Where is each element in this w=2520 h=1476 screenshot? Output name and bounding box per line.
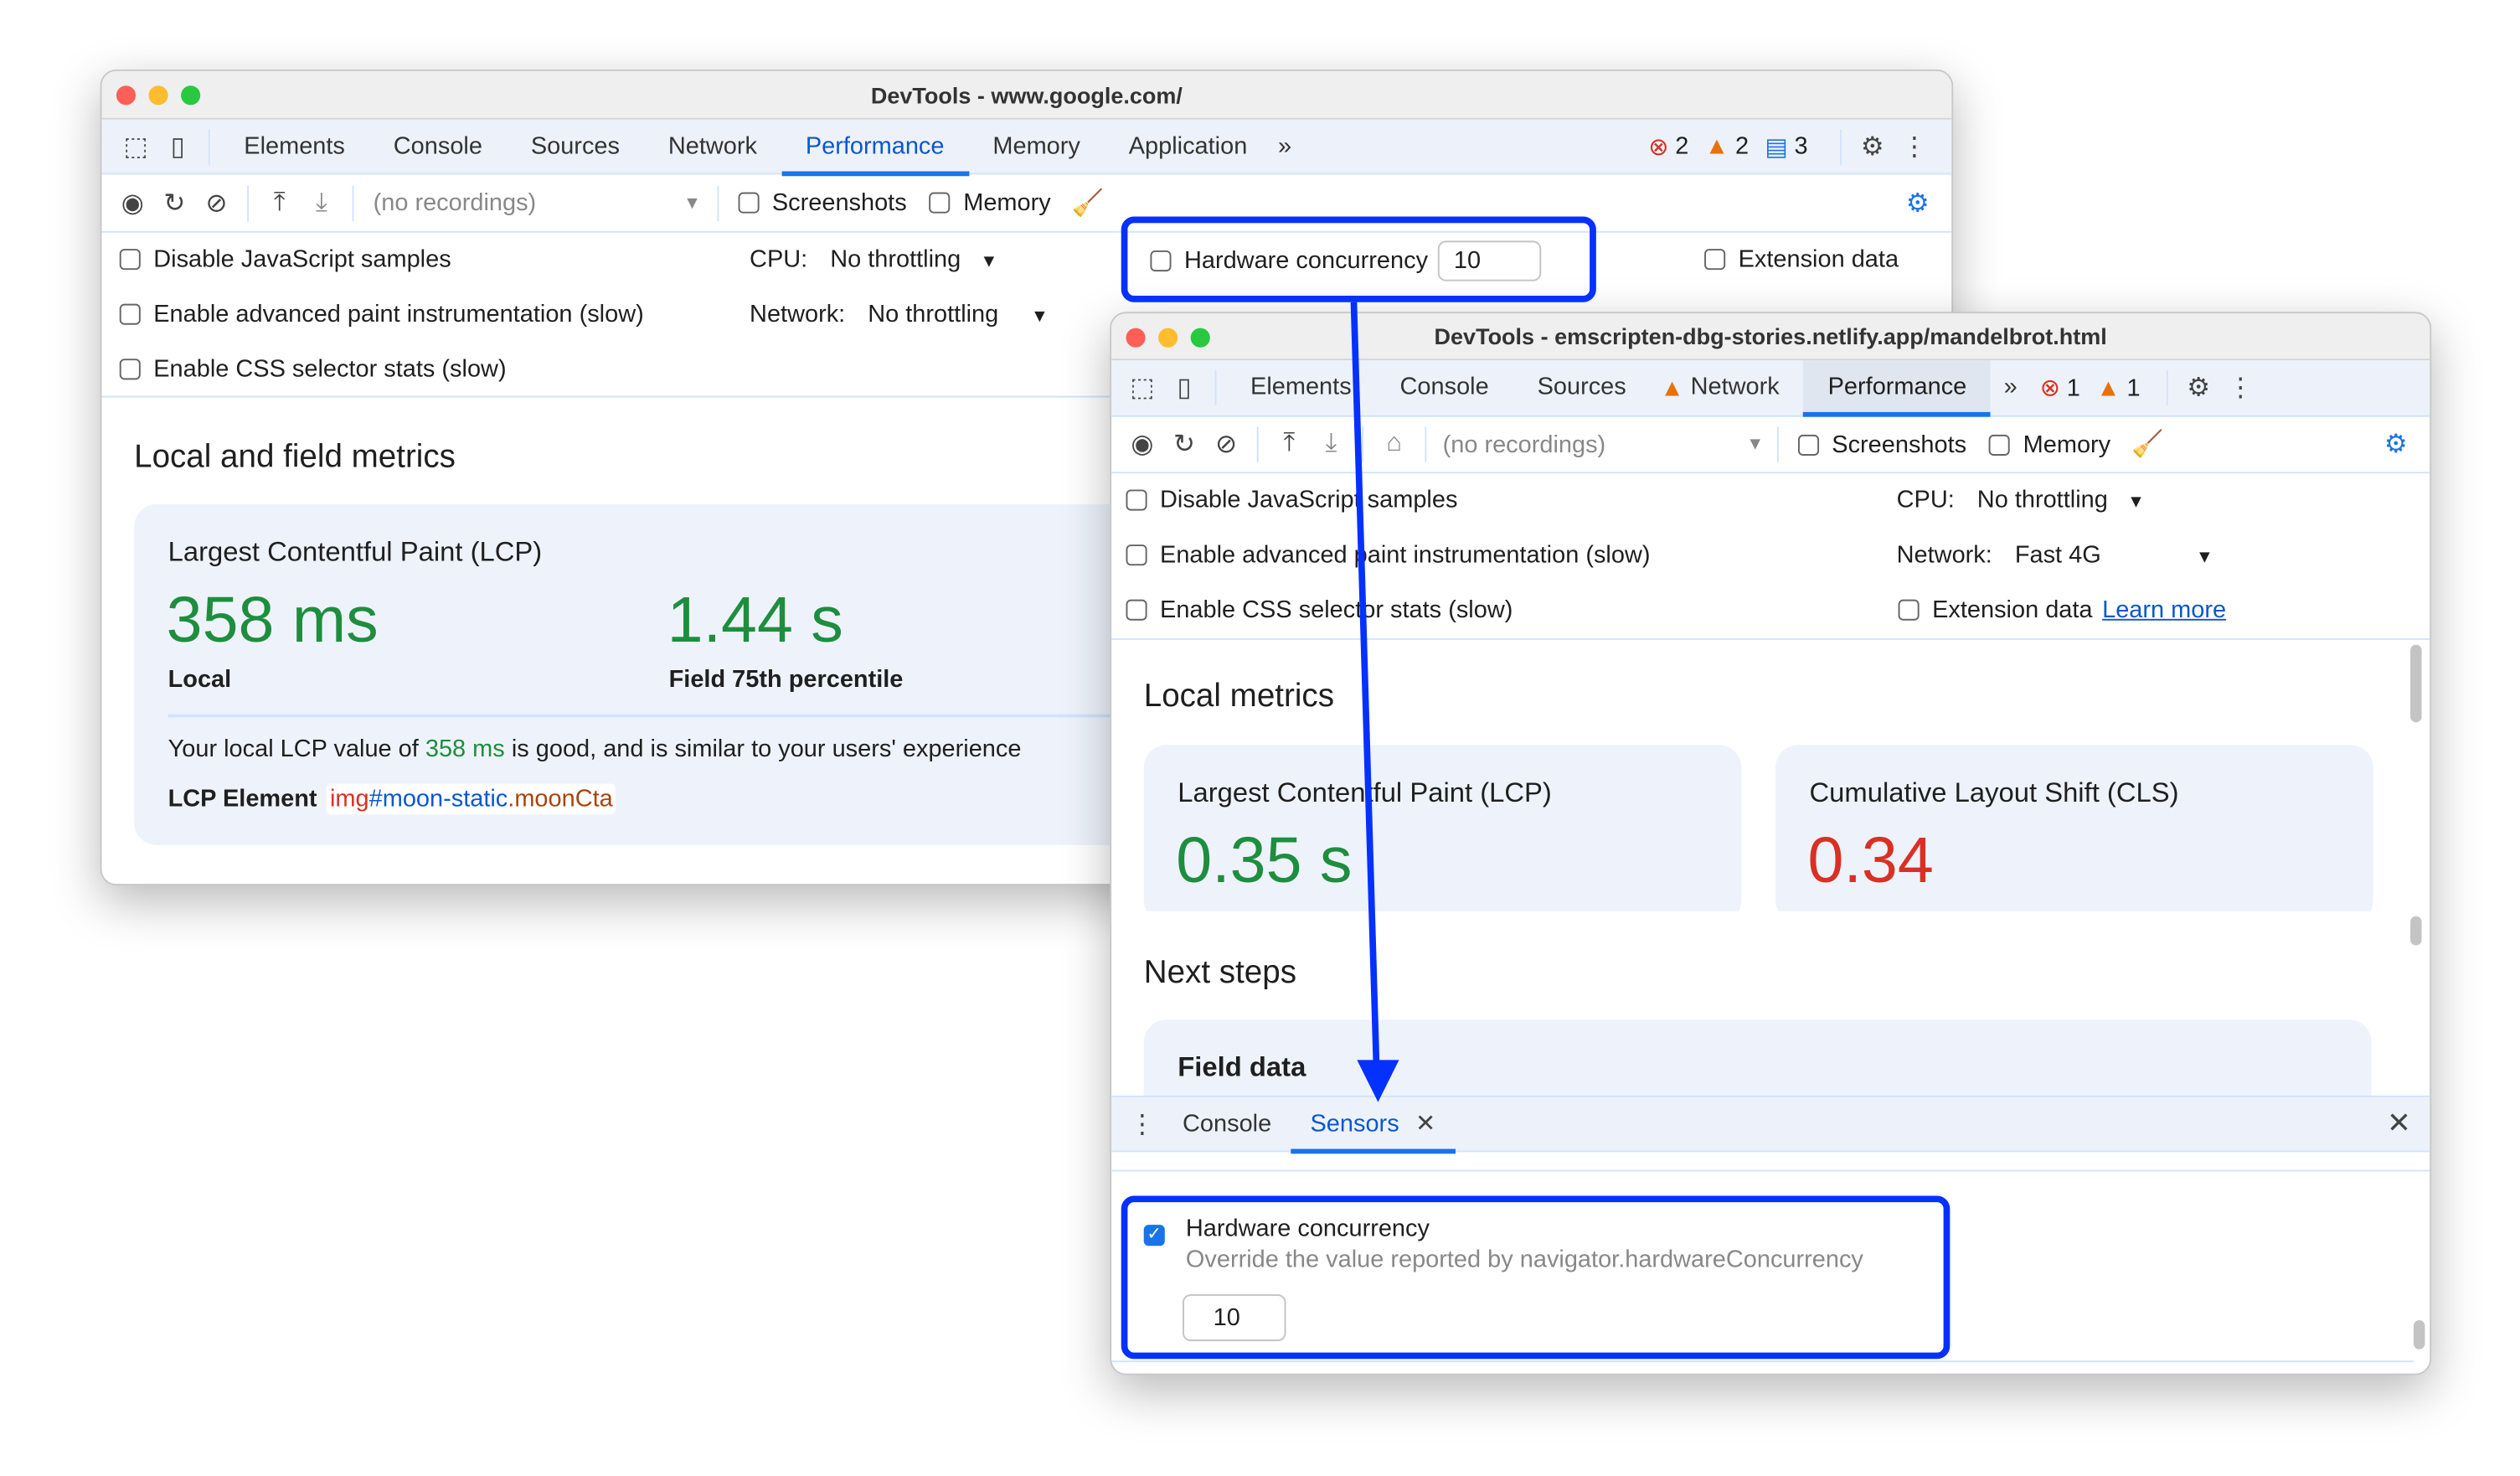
arrow-head xyxy=(1357,1060,1399,1102)
arrow-line xyxy=(1350,302,1380,1067)
arrow xyxy=(1350,302,1399,1102)
